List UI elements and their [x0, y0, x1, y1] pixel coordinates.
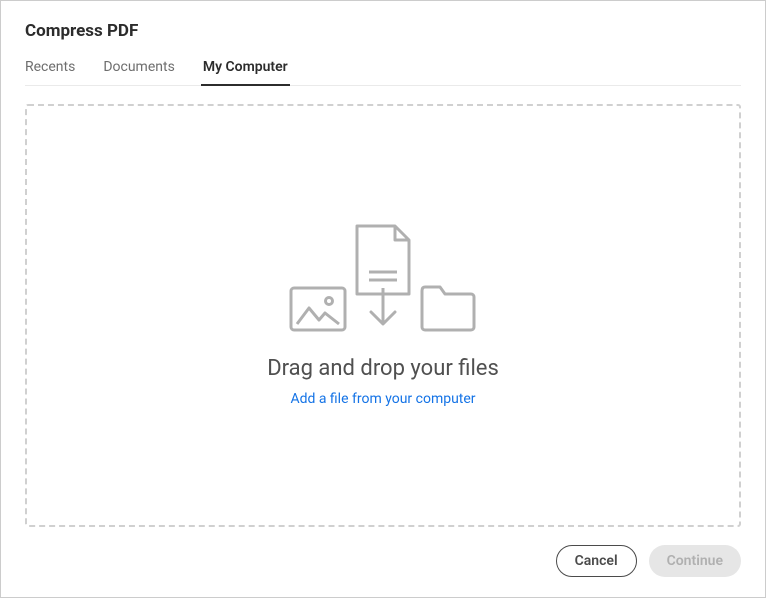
tab-my-computer[interactable]: My Computer [203, 59, 288, 85]
file-dropzone[interactable]: Drag and drop your files Add a file from… [25, 104, 741, 527]
dropzone-illustration [289, 224, 477, 332]
tab-documents[interactable]: Documents [103, 59, 174, 85]
add-file-link[interactable]: Add a file from your computer [290, 391, 475, 407]
tab-recents[interactable]: Recents [25, 59, 75, 85]
cancel-button[interactable]: Cancel [556, 545, 637, 577]
tabs: Recents Documents My Computer [25, 59, 741, 86]
footer-buttons: Cancel Continue [25, 545, 741, 577]
folder-icon [419, 284, 477, 332]
continue-button: Continue [649, 545, 741, 577]
document-download-icon [353, 224, 413, 332]
dropzone-heading: Drag and drop your files [267, 356, 499, 381]
image-icon [289, 286, 347, 332]
page-title: Compress PDF [25, 21, 741, 41]
